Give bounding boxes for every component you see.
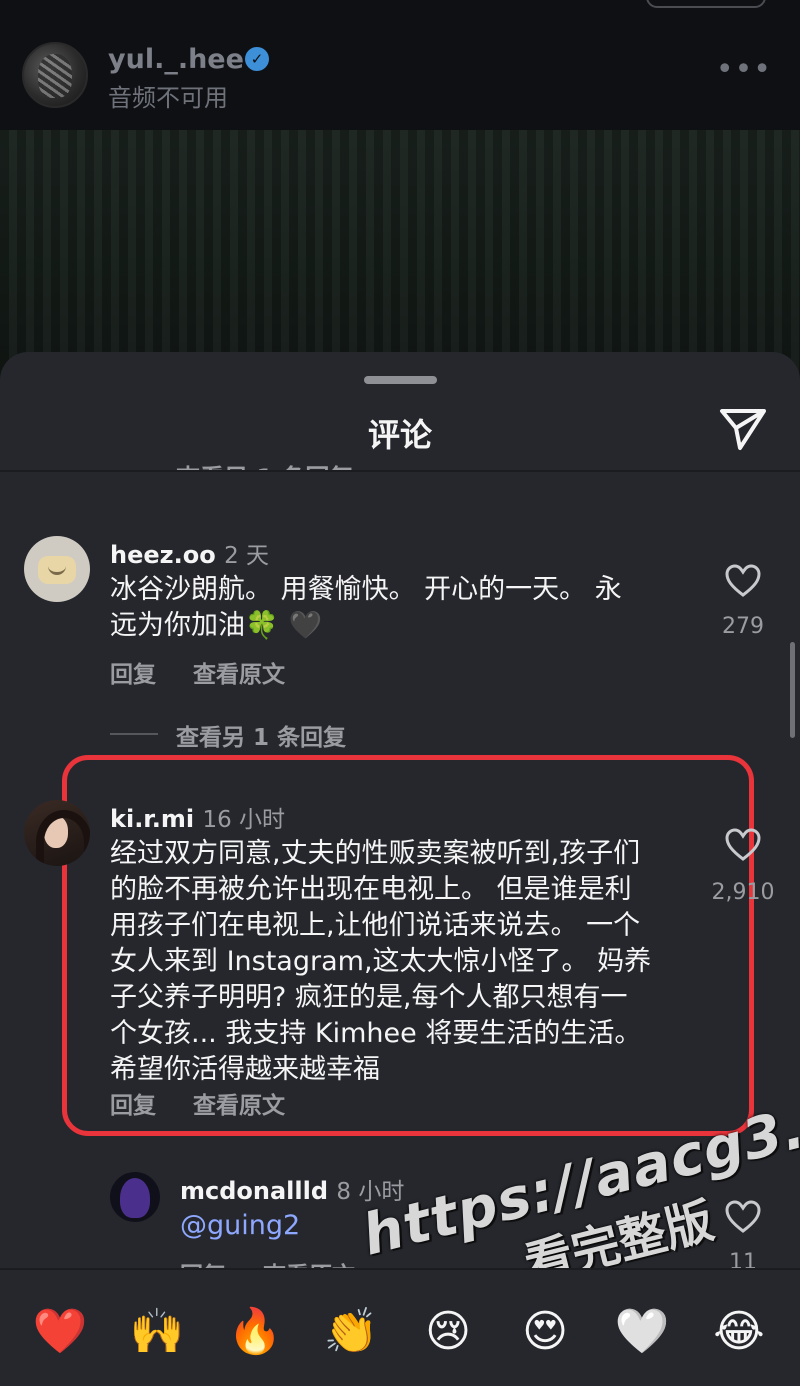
comment-time: 8 小时 xyxy=(336,1179,405,1205)
like-heart-icon[interactable] xyxy=(725,828,761,862)
like-heart-icon[interactable] xyxy=(725,564,761,598)
like-heart-icon[interactable] xyxy=(725,1200,761,1234)
reply-button[interactable]: 回复 xyxy=(110,1086,156,1120)
emoji-raised-hands-button[interactable]: 🙌 xyxy=(129,1304,185,1360)
comment-time: 16 小时 xyxy=(202,807,286,833)
comment-line: 用孩子们在电视上,让他们说话来说去。 一个 xyxy=(110,910,641,941)
view-original-button[interactable]: 查看原文 xyxy=(193,655,285,689)
like-count: 2,910 xyxy=(711,880,775,905)
avatar[interactable] xyxy=(110,1172,160,1222)
comment-text: 冰谷沙朗航。 用餐愉快。 开心的一天。 永 远为你加油🍀 🖤 xyxy=(110,572,622,644)
avatar[interactable] xyxy=(24,536,90,602)
more-options-icon[interactable]: ••• xyxy=(716,55,772,85)
emoji-laughing-button[interactable]: 😂 xyxy=(711,1304,767,1360)
emoji-heart-eyes-button[interactable]: 😍 xyxy=(517,1304,573,1360)
comment-line: 希望你活得越来越幸福 xyxy=(110,1054,380,1085)
scrollbar[interactable] xyxy=(790,642,795,738)
emoji-crying-button[interactable]: 😢 xyxy=(420,1304,476,1360)
emoji-red-heart-button[interactable]: ❤️ xyxy=(32,1304,88,1360)
verified-badge-icon: ✓ xyxy=(245,47,269,71)
comment-text: @guing2 xyxy=(180,1208,300,1244)
post-header: yul._.hee ✓ 音频不可用 ••• xyxy=(0,0,800,130)
video-preview xyxy=(0,130,800,390)
drag-handle[interactable] xyxy=(364,376,437,384)
emoji-reaction-bar: ❤️ 🙌 🔥 👏 😢 😍 🤍 😂 xyxy=(0,1268,800,1386)
owner-avatar[interactable] xyxy=(22,42,88,108)
comment-line: 冰谷沙朗航。 用餐愉快。 开心的一天。 永 xyxy=(110,574,622,605)
reply-button[interactable]: 回复 xyxy=(110,655,156,689)
comment-line: 远为你加油🍀 🖤 xyxy=(110,608,622,644)
owner-username[interactable]: yul._.hee xyxy=(108,44,244,75)
emoji-white-heart-button[interactable]: 🤍 xyxy=(614,1304,670,1360)
emoji-fire-button[interactable]: 🔥 xyxy=(227,1304,283,1360)
comment-username[interactable]: ki.r.mi 16 小时 xyxy=(110,800,285,834)
emoji-clap-button[interactable]: 👏 xyxy=(323,1304,379,1360)
header-divider xyxy=(0,470,800,472)
view-original-button[interactable]: 查看原文 xyxy=(193,1086,285,1120)
black-heart-icon: 🖤 xyxy=(288,610,323,641)
comment-time: 2 天 xyxy=(224,543,270,569)
comment-username[interactable]: heez.oo 2 天 xyxy=(110,536,269,570)
sheet-title: 评论 xyxy=(367,416,432,454)
like-count: 279 xyxy=(722,614,764,639)
mention-link[interactable]: @guing2 xyxy=(180,1210,300,1241)
share-icon[interactable] xyxy=(718,406,768,452)
comment-line-text: 远为你加油 xyxy=(110,610,245,641)
top-pill xyxy=(646,0,766,8)
avatar[interactable] xyxy=(24,800,90,866)
audio-unavailable-label: 音频不可用 xyxy=(108,84,228,112)
comment-username[interactable]: mcdonallld 8 小时 xyxy=(180,1172,404,1206)
comments-sheet: 查看另 1 条回复 评论 heez.oo 2 天 冰谷沙朗航。 用餐愉快。 开心… xyxy=(0,352,800,1386)
comment-line: 的脸不再被允许出现在电视上。 但是谁是利 xyxy=(110,874,632,905)
comment-line: 子父养子明明? 疯狂的是,每个人都只想有一 xyxy=(110,982,628,1013)
replies-divider xyxy=(110,733,158,735)
comment-line: 女人来到 Instagram,这太大惊小怪了。 妈养 xyxy=(110,946,652,977)
comment-line: 个女孩... 我支持 Kimhee 将要生活的生活。 xyxy=(110,1018,642,1049)
comment-text: 经过双方同意,丈夫的性贩卖案被听到,孩子们 的脸不再被允许出现在电视上。 但是谁… xyxy=(110,836,651,1088)
clover-icon: 🍀 xyxy=(245,610,279,641)
comment-line: 经过双方同意,丈夫的性贩卖案被听到,孩子们 xyxy=(110,838,641,869)
view-more-replies-button[interactable]: 查看另 1 条回复 xyxy=(176,718,346,752)
